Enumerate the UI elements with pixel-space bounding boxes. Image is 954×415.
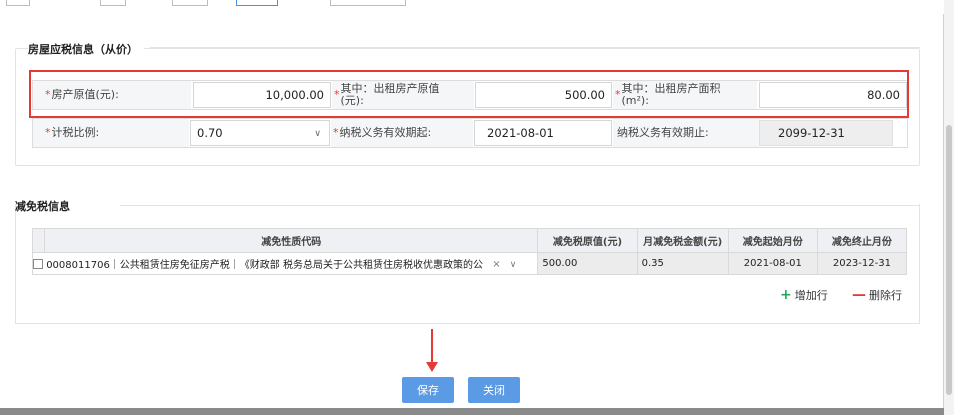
code-cell[interactable]: 0008011706｜公共租赁住房免征房产税｜《财政部 税务总局关于公共租赁住房… [31,252,539,275]
start-date-label: * 纳税义务有效期起: [331,119,473,147]
minus-icon: — [852,287,866,303]
highlight-box [29,70,909,118]
end-date-label: 纳税义务有效期止: [613,119,759,147]
top-control-3[interactable] [172,0,208,6]
end-cell[interactable]: 2023-12-31 [816,252,908,275]
top-control-1[interactable] [6,0,30,6]
tax-ratio-select[interactable]: 0.70 ∨ [190,120,330,146]
header-monthly: 月减免税金额(元) [636,228,729,253]
original-cell[interactable]: 500.00 [537,252,638,275]
scrollbar-thumb[interactable] [946,125,952,395]
scrollbar[interactable] [944,0,954,415]
delete-row-button[interactable]: — 删除行 [852,287,902,303]
header-original: 减免税原值(元) [537,228,638,253]
bottom-edge [0,408,944,415]
clear-icon[interactable]: × [492,259,500,270]
end-date-input: 2099-12-31 [759,120,893,146]
start-date-input[interactable]: 2021-08-01 [474,120,612,146]
chevron-down-icon[interactable]: ∨ [510,260,517,270]
relief-section-title: 减免税信息 [15,200,70,213]
house-section-title: 房屋应税信息（从价） [28,41,144,57]
house-row-2: * 计税比例: 0.70 ∨ * 纳税义务有效期起: 2021-08-01 纳税义务… [32,118,908,148]
red-arrow-shaft [431,329,433,365]
plus-icon: + [780,287,792,303]
top-control-4[interactable] [236,0,278,6]
monthly-cell: 0.35 [636,252,729,275]
top-control-5[interactable] [330,0,406,6]
relief-table-header: 减免性质代码 减免税原值(元) 月减免税金额(元) 减免起始月份 减免终止月份 [31,228,908,253]
header-end: 减免终止月份 [816,228,908,253]
header-checkbox-col [31,228,46,253]
form-page: 房屋应税信息（从价） * 房产原值(元): 10,000.00 * 其中：出租房产原… [0,0,944,415]
section-divider [150,47,920,48]
close-button[interactable]: 关闭 [468,377,520,403]
chevron-down-icon: ∨ [314,129,321,139]
top-control-2[interactable] [100,0,126,6]
tax-ratio-label: * 计税比例: [33,119,189,147]
start-cell[interactable]: 2021-08-01 [727,252,818,275]
header-code: 减免性质代码 [44,228,539,253]
save-button[interactable]: 保存 [402,377,454,403]
red-arrow-head [426,362,438,372]
table-row: 0008011706｜公共租赁住房免征房产税｜《财政部 税务总局关于公共租赁住房… [31,252,908,275]
top-controls-remnant [0,0,944,14]
add-row-button[interactable]: + 增加行 [780,287,828,303]
relief-table: 减免性质代码 减免税原值(元) 月减免税金额(元) 减免起始月份 减免终止月份 … [31,228,908,275]
row-checkbox[interactable] [33,258,43,269]
relief-divider [120,205,920,206]
header-start: 减免起始月份 [727,228,818,253]
